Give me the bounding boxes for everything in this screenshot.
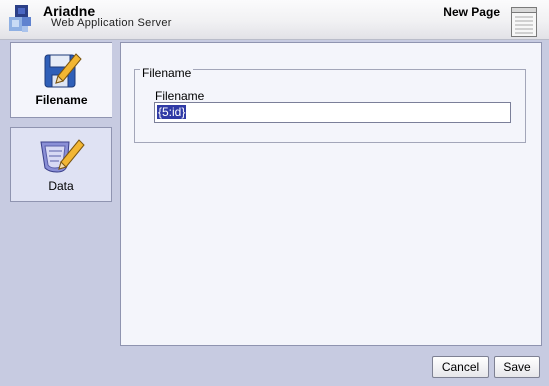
filename-label: Filename — [155, 89, 205, 103]
cancel-button[interactable]: Cancel — [432, 356, 489, 378]
filename-input-value: {5:id} — [157, 105, 187, 119]
notepad-icon — [511, 7, 537, 37]
tab-filename[interactable]: Filename — [10, 42, 112, 118]
ariadne-logo-icon — [9, 5, 31, 32]
tab-filename-label: Filename — [35, 93, 88, 107]
tab-data[interactable]: Data — [10, 127, 112, 202]
filename-input[interactable]: {5:id} — [154, 102, 511, 123]
content-panel: Filename Filename {5:id} — [120, 42, 542, 346]
filename-edit-icon — [44, 53, 82, 88]
data-edit-icon — [40, 139, 85, 173]
app-header: Ariadne Web Application Server New Page — [0, 0, 549, 40]
app-subtitle: Web Application Server — [51, 17, 172, 29]
fieldset-legend: Filename — [140, 66, 194, 80]
tab-data-label: Data — [48, 179, 74, 193]
page-title: New Page — [443, 5, 500, 19]
save-button[interactable]: Save — [494, 356, 540, 378]
